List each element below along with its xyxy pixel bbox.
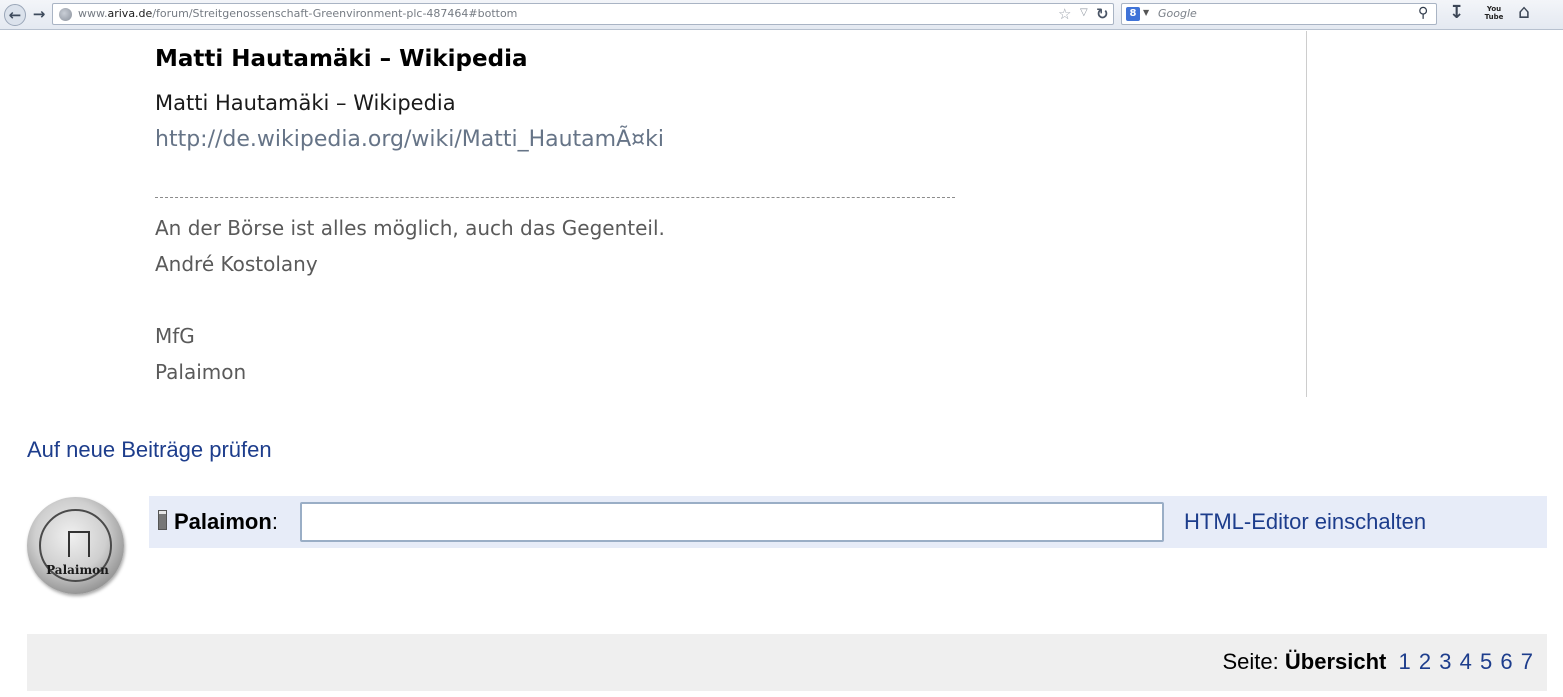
check-new-posts-link[interactable]: Auf neue Beiträge prüfen <box>27 437 272 463</box>
youtube-icon[interactable]: You Tube <box>1484 5 1504 23</box>
signature-name: Palaimon <box>155 360 247 384</box>
google-icon[interactable]: 8 <box>1126 7 1140 21</box>
pagination-label: Seite: <box>1222 649 1279 674</box>
page-link-2[interactable]: 2 <box>1419 649 1431 674</box>
youtube-label-top: You <box>1486 5 1502 13</box>
post-link-url[interactable]: http://de.wikipedia.org/wiki/Matti_Hauta… <box>155 127 664 152</box>
url-path: /forum/Streitgenossenschaft-Greenvironme… <box>152 7 518 20</box>
download-icon[interactable]: ↧ <box>1449 2 1464 23</box>
post-column <box>0 31 1307 397</box>
globe-icon <box>59 8 72 21</box>
reply-username: Palaimon: <box>174 509 278 535</box>
page-link-3[interactable]: 3 <box>1439 649 1451 674</box>
reply-bar: Palaimon: HTML-Editor einschalten <box>149 496 1547 548</box>
browser-toolbar: ← → www.ariva.de/forum/Streitgenossensch… <box>0 0 1563 30</box>
signature-quote-author: André Kostolany <box>155 252 318 276</box>
page-link-1[interactable]: 1 <box>1399 649 1411 674</box>
url-prefix: www. <box>78 7 108 20</box>
reply-input[interactable] <box>300 502 1164 542</box>
signature-quote: An der Börse ist alles möglich, auch das… <box>155 216 665 240</box>
search-placeholder: Google <box>1158 7 1197 20</box>
avatar-gate-emblem <box>68 531 90 557</box>
address-text[interactable]: www.ariva.de/forum/Streitgenossenschaft-… <box>78 7 517 20</box>
magnifier-icon[interactable]: ⚲ <box>1418 5 1428 21</box>
reply-username-name[interactable]: Palaimon <box>174 509 272 534</box>
url-domain: ariva.de <box>107 7 153 20</box>
avatar-seal-text: Palaimon <box>46 563 109 577</box>
pagination-bar: Seite: Übersicht 1 2 3 4 5 6 7 <box>27 634 1547 691</box>
search-engine-dropdown-icon[interactable]: ▼ <box>1143 8 1149 17</box>
reply-username-separator: : <box>271 509 278 534</box>
history-dropdown-icon[interactable]: ▽ <box>1080 7 1088 18</box>
html-editor-link[interactable]: HTML-Editor einschalten <box>1184 509 1426 535</box>
page-link-7[interactable]: 7 <box>1521 649 1533 674</box>
search-bar[interactable]: 8 ▼ Google ⚲ <box>1121 3 1437 25</box>
back-arrow-icon[interactable]: ← <box>4 4 26 26</box>
page-link-5[interactable]: 5 <box>1480 649 1492 674</box>
avatar[interactable]: Palaimon <box>27 497 124 594</box>
pagination: Seite: Übersicht 1 2 3 4 5 6 7 <box>1223 649 1534 675</box>
pagination-overview[interactable]: Übersicht <box>1285 649 1386 674</box>
page-link-6[interactable]: 6 <box>1500 649 1512 674</box>
signature-greeting: MfG <box>155 324 195 348</box>
forward-arrow-icon[interactable]: → <box>28 4 50 26</box>
signature-divider <box>155 197 955 198</box>
home-icon[interactable]: ⌂ <box>1518 1 1530 23</box>
post-title: Matti Hautamäki – Wikipedia <box>155 46 528 72</box>
youtube-label-bottom: Tube <box>1484 13 1504 21</box>
address-bar[interactable]: www.ariva.de/forum/Streitgenossenschaft-… <box>52 3 1114 25</box>
avatar-seal-ring: Palaimon <box>39 509 112 582</box>
bookmark-star-icon[interactable]: ☆ <box>1058 5 1071 23</box>
page-link-4[interactable]: 4 <box>1460 649 1472 674</box>
online-status-icon <box>158 510 167 530</box>
post-link-title: Matti Hautamäki – Wikipedia <box>155 91 456 115</box>
reload-icon[interactable]: ↻ <box>1096 5 1109 23</box>
